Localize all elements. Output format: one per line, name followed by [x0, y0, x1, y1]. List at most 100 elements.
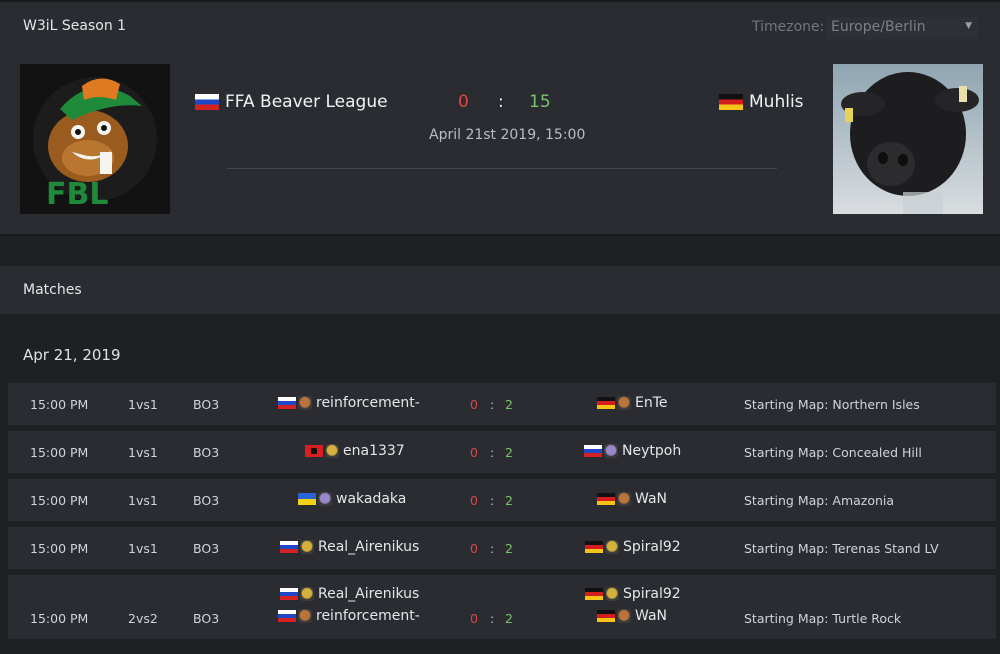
match-score-left: 0	[470, 541, 478, 556]
match-score-left: 0	[470, 397, 478, 412]
player-name: Real_Airenikus	[318, 586, 420, 602]
match-score-separator: :	[490, 611, 495, 626]
match-row[interactable]: 15:00 PM 1vs1 BO3 0:2 Starting Map: Amazonia…	[8, 479, 996, 521]
germany-flag-icon	[597, 610, 615, 622]
player-link[interactable]: Spiral92	[585, 539, 681, 555]
match-score-right: 2	[505, 611, 513, 626]
player-link[interactable]: reinforcement-	[278, 395, 420, 411]
starting-map: Starting Map: Concealed Hill	[744, 445, 922, 460]
match-format: BO3	[193, 611, 220, 626]
germany-flag-icon	[597, 397, 615, 409]
orc-icon	[617, 396, 631, 410]
player-link[interactable]: Neytpoh	[584, 443, 681, 459]
russia-flag-icon	[280, 588, 298, 600]
score-separator: :	[498, 92, 504, 112]
chevron-down-icon: ▼	[965, 21, 972, 31]
starting-map: Starting Map: Terenas Stand LV	[744, 541, 939, 556]
match-mode: 1vs1	[128, 445, 158, 460]
nightelf-icon	[318, 492, 332, 506]
match-row[interactable]: 15:00 PM 1vs1 BO3 0:2 Starting Map: Northern…	[8, 383, 996, 425]
player-name: WaN	[635, 608, 667, 624]
matches-section-header: Matches	[0, 266, 1000, 314]
match-mode: 1vs1	[128, 493, 158, 508]
match-score-left: 0	[470, 493, 478, 508]
match-row[interactable]: 15:00 PM 2vs2 BO3 0:2 Starting Map: Turtle R…	[8, 575, 996, 639]
match-time: 15:00 PM	[30, 611, 89, 626]
match-score-right: 2	[505, 397, 513, 412]
match-format: BO3	[193, 493, 220, 508]
player-name: Spiral92	[623, 539, 681, 555]
player-link[interactable]: reinforcement-	[278, 608, 420, 624]
albania-flag-icon	[305, 445, 323, 457]
match-score-left: 0	[470, 611, 478, 626]
russia-flag-icon	[280, 541, 298, 553]
fbl-logo-text: FBL	[46, 177, 108, 212]
player-link[interactable]: wakadaka	[298, 491, 406, 507]
human-icon	[605, 587, 619, 601]
match-score-left: 0	[470, 445, 478, 460]
starting-map: Starting Map: Amazonia	[744, 493, 895, 508]
match-score-separator: :	[490, 493, 495, 508]
timezone-label: Timezone:	[752, 19, 825, 35]
timezone-select[interactable]: Europe/Berlin ▼	[826, 17, 978, 39]
player-link[interactable]: Real_Airenikus	[280, 586, 419, 602]
match-score-separator: :	[490, 397, 495, 412]
date-heading: Apr 21, 2019	[23, 346, 121, 364]
match-mode: 1vs1	[128, 397, 158, 412]
russia-flag-icon	[584, 445, 602, 457]
match-time: 15:00 PM	[30, 397, 89, 412]
human-icon	[605, 540, 619, 554]
human-icon	[300, 587, 314, 601]
human-icon	[300, 540, 314, 554]
match-time: 15:00 PM	[30, 541, 89, 556]
orc-icon	[617, 609, 631, 623]
germany-flag-icon	[585, 541, 603, 553]
player-name: Spiral92	[623, 586, 681, 602]
player-name: EnTe	[635, 395, 668, 411]
player-link[interactable]: WaN	[597, 491, 667, 507]
player-link[interactable]: WaN	[597, 608, 667, 624]
player-name: Neytpoh	[622, 443, 682, 459]
match-score-right: 2	[505, 493, 513, 508]
germany-flag-icon	[597, 493, 615, 505]
player-name: reinforcement-	[316, 608, 420, 624]
match-score-separator: :	[490, 445, 495, 460]
player-name: Real_Airenikus	[318, 539, 420, 555]
match-datetime: April 21st 2019, 15:00	[429, 127, 586, 143]
starting-map: Starting Map: Northern Isles	[744, 397, 920, 412]
player-name: wakadaka	[336, 491, 407, 507]
orc-icon	[617, 492, 631, 506]
match-score-separator: :	[490, 541, 495, 556]
match-time: 15:00 PM	[30, 493, 89, 508]
russia-flag-icon	[278, 397, 296, 409]
divider	[227, 168, 777, 169]
match-score-right: 2	[505, 541, 513, 556]
germany-flag-icon	[585, 588, 603, 600]
russia-flag-icon	[195, 94, 219, 110]
match-row[interactable]: 15:00 PM 1vs1 BO3 0:2 Starting Map: Conceale…	[8, 431, 996, 473]
team-right-name: Muhlis	[749, 92, 804, 112]
player-link[interactable]: Real_Airenikus	[280, 539, 419, 555]
score-right: 15	[529, 92, 551, 112]
top-bar: W3iL Season 1 Timezone: Europe/Berlin ▼	[0, 0, 1000, 50]
timezone-value: Europe/Berlin	[831, 19, 926, 35]
human-icon	[325, 444, 339, 458]
match-mode: 2vs2	[128, 611, 158, 626]
match-header: FBL FFA Beaver League 0 : 15 April 21st …	[0, 50, 1000, 236]
team-right-logo	[833, 64, 983, 214]
player-link[interactable]: EnTe	[597, 395, 668, 411]
player-name: reinforcement-	[316, 395, 420, 411]
orc-icon	[298, 396, 312, 410]
team-left-logo: FBL	[20, 64, 170, 214]
player-link[interactable]: Spiral92	[585, 586, 681, 602]
team-left[interactable]: FFA Beaver League	[195, 92, 388, 112]
match-format: BO3	[193, 445, 220, 460]
player-link[interactable]: ena1337	[305, 443, 405, 459]
orc-icon	[298, 609, 312, 623]
team-right[interactable]: Muhlis	[719, 92, 804, 112]
russia-flag-icon	[278, 610, 296, 622]
starting-map: Starting Map: Turtle Rock	[744, 611, 902, 626]
nightelf-icon	[604, 444, 618, 458]
match-row[interactable]: 15:00 PM 1vs1 BO3 0:2 Starting Map: Terenas …	[8, 527, 996, 569]
matches-title: Matches	[23, 282, 82, 298]
